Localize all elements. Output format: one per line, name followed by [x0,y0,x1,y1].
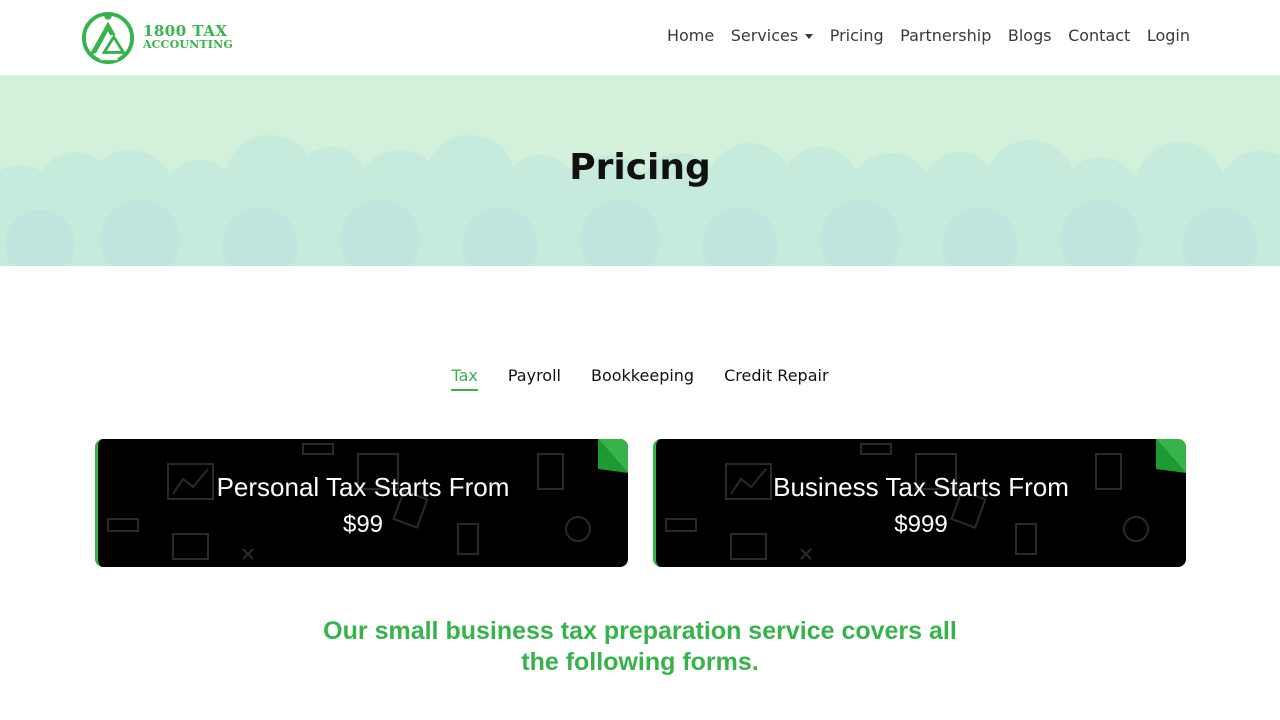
nav-services[interactable]: Services [730,26,814,45]
nav-contact[interactable]: Contact [1068,26,1130,45]
tab-credit-repair[interactable]: Credit Repair [724,366,828,391]
card-title: Business Tax Starts From [773,472,1069,502]
accounting-doodles-icon [665,443,1149,560]
brand-name: 1800 TAX ACCOUNTING [142,21,233,52]
tab-tax[interactable]: Tax [451,366,478,391]
page-hero: Pricing [0,75,1280,266]
main-nav: Home Services Pricing Partnership Blogs … [650,26,1190,45]
chevron-down-icon [805,33,814,39]
card-title: Personal Tax Starts From [216,472,510,502]
pricing-tabs: Tax Payroll Bookkeeping Credit Repair [0,366,1280,391]
nav-blogs[interactable]: Blogs [1008,26,1052,45]
brand-line2: ACCOUNTING [142,37,233,51]
card-price: $999 [894,511,948,538]
nav-login[interactable]: Login [1147,26,1190,45]
coverage-heading: Our small business tax preparation servi… [290,616,990,678]
nav-pricing[interactable]: Pricing [830,26,884,45]
coverage-line1: Our small business tax preparation servi… [323,617,957,645]
brand-line1: 1800 TAX [142,21,228,40]
nav-home[interactable]: Home [667,26,714,45]
page-curl-icon [1156,439,1186,473]
nav-partnership[interactable]: Partnership [900,26,991,45]
tab-payroll[interactable]: Payroll [508,366,561,391]
coverage-line2: the following forms. [521,648,759,676]
accounting-doodles-icon [107,443,591,560]
page-curl-icon [598,439,628,473]
navbar: 1800 TAX ACCOUNTING Home Services Pricin… [0,0,1280,75]
logo-mark-icon [81,11,135,65]
brand-logo[interactable]: 1800 TAX ACCOUNTING [81,9,233,66]
pricing-card-personal[interactable]: Personal Tax Starts From $99 [95,439,628,567]
page-title: Pricing [569,147,711,188]
nav-services-label: Services [730,26,799,45]
tab-bookkeeping[interactable]: Bookkeeping [591,366,694,391]
pricing-card-business[interactable]: Business Tax Starts From $999 [653,439,1186,567]
card-price: $99 [342,511,384,538]
